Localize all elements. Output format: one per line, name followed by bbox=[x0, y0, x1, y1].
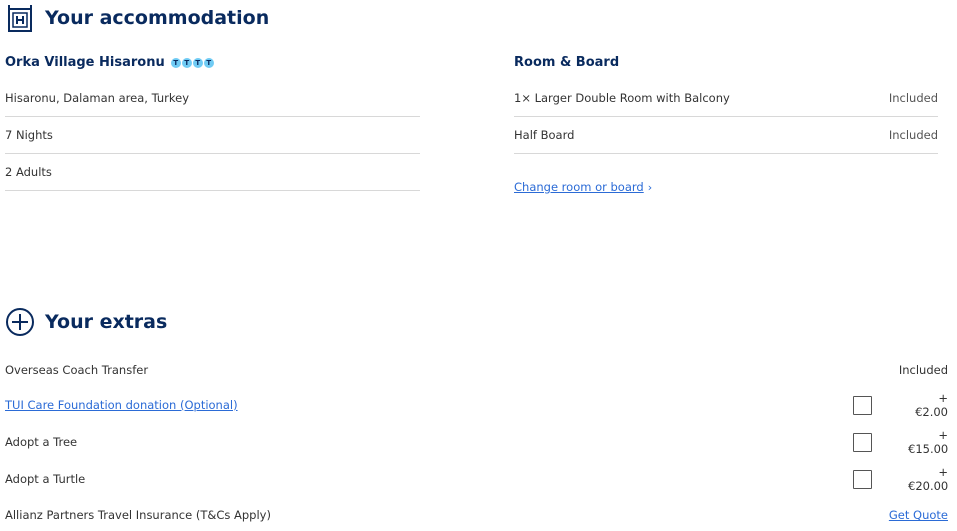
extra-price: +€20.00 bbox=[908, 465, 949, 493]
board-item: Half Board Included bbox=[514, 117, 938, 154]
board-item-value: Included bbox=[888, 128, 938, 142]
change-room-link-text[interactable]: Change room or board bbox=[514, 180, 644, 194]
plus-circle-icon bbox=[5, 307, 35, 337]
extras-section-title: Your extras bbox=[5, 307, 167, 337]
room-board-title: Room & Board bbox=[514, 55, 620, 70]
tui-donation-link[interactable]: TUI Care Foundation donation (Optional) bbox=[5, 398, 238, 412]
extras-title-text: Your extras bbox=[45, 311, 168, 333]
accommodation-section-title: Your accommodation bbox=[5, 3, 269, 33]
adopt-turtle-checkbox[interactable] bbox=[853, 469, 872, 489]
extra-value: Included bbox=[898, 363, 948, 377]
tui-donation-checkbox[interactable] bbox=[853, 395, 872, 415]
get-quote-link[interactable]: Get Quote bbox=[889, 508, 948, 522]
hotel-name-text: Orka Village Hisaronu bbox=[5, 55, 165, 70]
extra-adopt-tree: Adopt a Tree +€15.00 bbox=[5, 428, 948, 456]
hotel-location: Hisaronu, Dalaman area, Turkey bbox=[5, 80, 420, 117]
rating-icon: T bbox=[181, 57, 192, 68]
adopt-tree-checkbox[interactable] bbox=[853, 432, 872, 452]
extra-label: Overseas Coach Transfer bbox=[5, 363, 149, 377]
extra-label: Allianz Partners Travel Insurance (T&Cs … bbox=[5, 508, 271, 522]
hotel-location-text: Hisaronu, Dalaman area, Turkey bbox=[5, 91, 189, 105]
board-item-label: Half Board bbox=[514, 128, 575, 142]
extra-coach-transfer: Overseas Coach Transfer Included bbox=[5, 360, 948, 380]
extra-price: +€15.00 bbox=[908, 428, 949, 456]
chevron-right-icon: › bbox=[647, 180, 653, 194]
rating-icon: T bbox=[203, 57, 214, 68]
extra-tui-donation: TUI Care Foundation donation (Optional) … bbox=[5, 391, 948, 419]
hotel-rating: T T T T bbox=[170, 57, 214, 68]
extra-label: Adopt a Tree bbox=[5, 435, 78, 449]
extra-price: +€2.00 bbox=[915, 391, 948, 419]
extra-adopt-turtle: Adopt a Turtle +€20.00 bbox=[5, 465, 948, 493]
stay-duration: 7 Nights bbox=[5, 117, 420, 154]
extra-label-wrapper: TUI Care Foundation donation (Optional) bbox=[5, 398, 853, 412]
room-item: 1× Larger Double Room with Balcony Inclu… bbox=[514, 80, 938, 117]
rating-icon: T bbox=[170, 57, 181, 68]
hotel-sign-icon bbox=[5, 3, 35, 33]
hotel-name: Orka Village Hisaronu T T T T bbox=[5, 55, 214, 70]
change-room-link[interactable]: Change room or board › bbox=[514, 180, 652, 194]
extra-travel-insurance: Allianz Partners Travel Insurance (T&Cs … bbox=[5, 505, 948, 525]
accommodation-title-text: Your accommodation bbox=[45, 7, 270, 29]
rating-icon: T bbox=[192, 57, 203, 68]
room-item-value: Included bbox=[888, 91, 938, 105]
room-item-label: 1× Larger Double Room with Balcony bbox=[514, 91, 730, 105]
stay-duration-text: 7 Nights bbox=[5, 128, 53, 142]
guest-count-text: 2 Adults bbox=[5, 165, 52, 179]
extra-label: Adopt a Turtle bbox=[5, 472, 86, 486]
guest-count: 2 Adults bbox=[5, 154, 420, 191]
